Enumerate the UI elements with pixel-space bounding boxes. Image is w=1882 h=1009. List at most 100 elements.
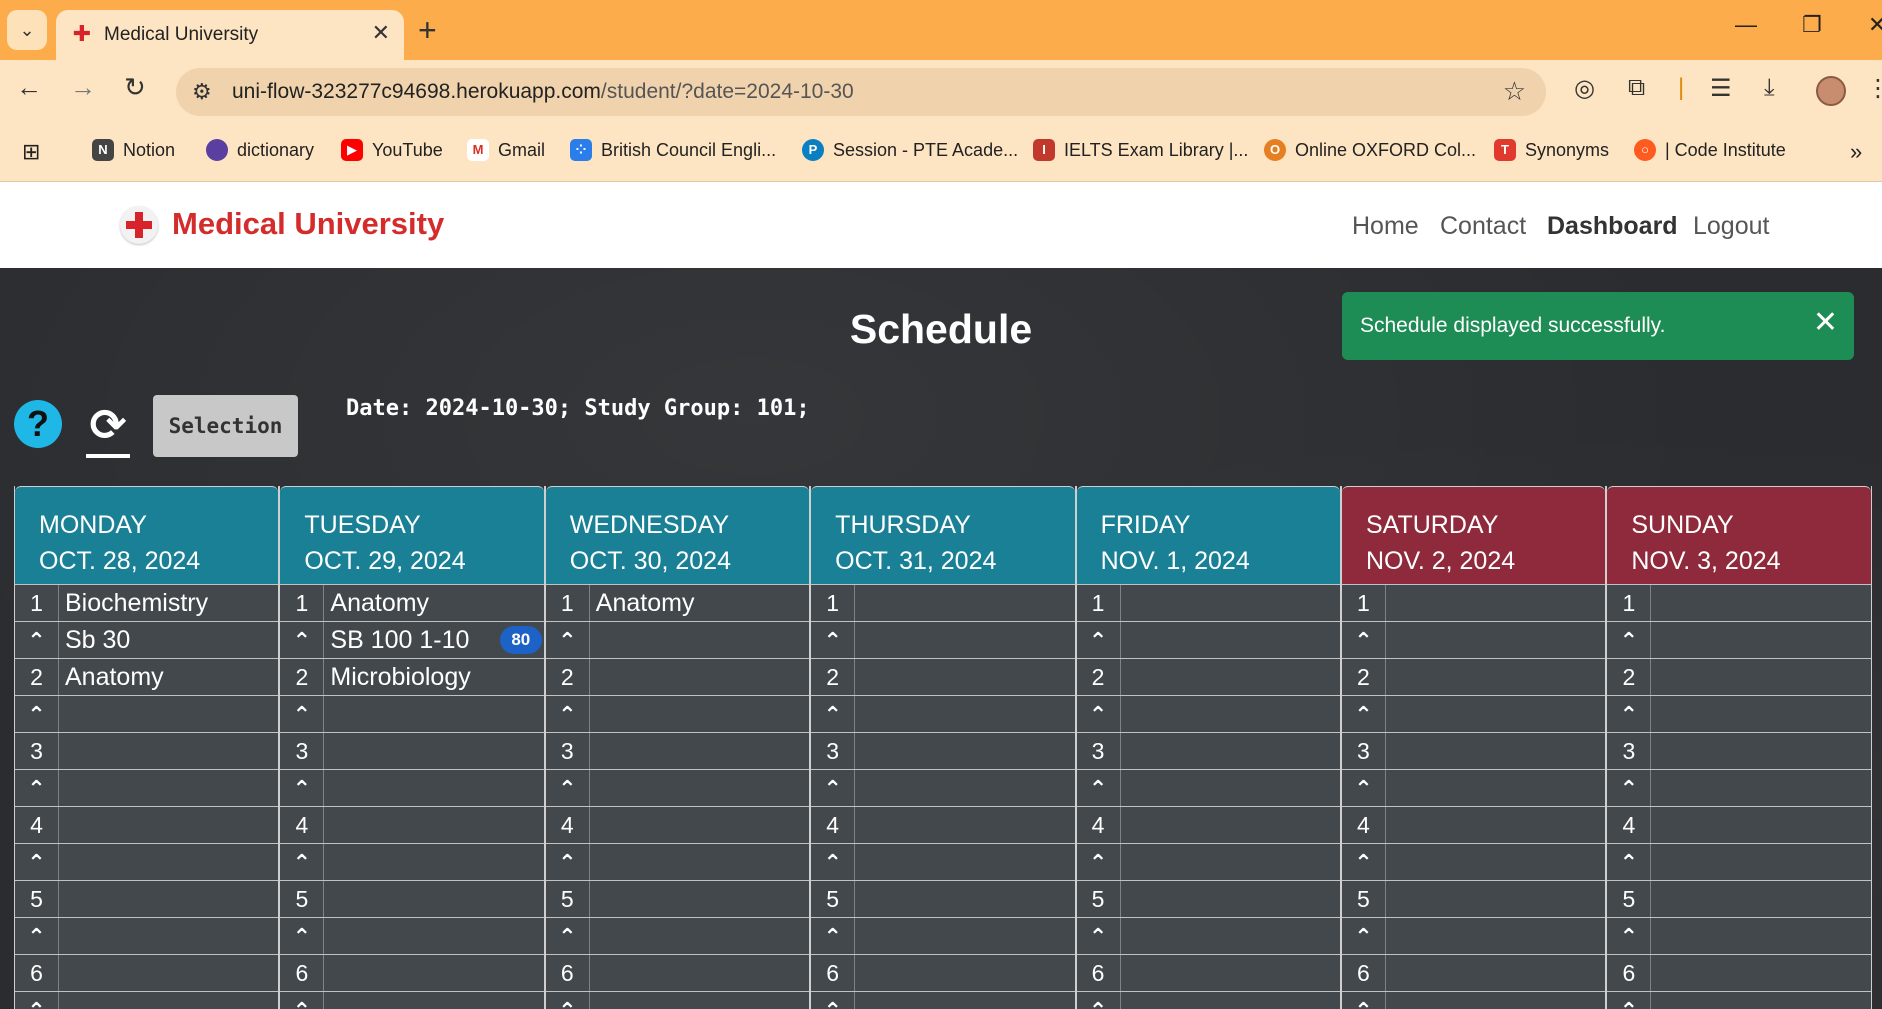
lesson-row[interactable]: 1 Anatomy	[280, 584, 544, 621]
lesson-row[interactable]: 1	[811, 584, 1075, 621]
lesson-row[interactable]: 1	[1341, 584, 1606, 621]
lesson-row[interactable]: 3	[1076, 732, 1340, 769]
selection-button[interactable]: Selection	[153, 395, 298, 457]
chevron-up-icon[interactable]: ⌃	[280, 696, 325, 732]
chevron-up-icon[interactable]: ⌃	[1077, 844, 1121, 880]
minimize-icon[interactable]: —	[1735, 12, 1757, 38]
bookmark-synonyms[interactable]: T Synonyms	[1494, 139, 1609, 161]
lesson-row[interactable]: 5	[1607, 880, 1871, 917]
chevron-up-icon[interactable]: ⌃	[811, 696, 856, 732]
chevron-up-icon[interactable]: ⌃	[1342, 918, 1386, 954]
lesson-row[interactable]: 1 Anatomy	[545, 584, 810, 621]
lesson-row[interactable]: 2	[545, 658, 810, 695]
chevron-up-icon[interactable]: ⌃	[546, 992, 590, 1009]
chevron-up-icon[interactable]: ⌃	[811, 992, 856, 1009]
window-close-icon[interactable]: ✕	[1868, 12, 1882, 38]
reload-icon[interactable]: ↻	[124, 72, 146, 103]
chevron-up-icon[interactable]: ⌃	[15, 696, 59, 732]
site-settings-icon[interactable]: ⚙	[192, 79, 212, 105]
lesson-row[interactable]: 4	[1341, 806, 1606, 843]
question-circle-icon[interactable]: ?	[14, 400, 62, 448]
chevron-up-icon[interactable]: ⌃	[280, 992, 325, 1009]
lesson-row[interactable]: 3	[1341, 732, 1606, 769]
lesson-row[interactable]: 4	[280, 806, 544, 843]
chevron-up-icon[interactable]: ⌃	[546, 918, 590, 954]
lesson-row[interactable]: 2	[811, 658, 1075, 695]
lesson-row[interactable]: 6	[280, 954, 544, 991]
chevron-up-icon[interactable]: ⌃	[546, 622, 590, 658]
bookmark-oxford[interactable]: O Online OXFORD Col...	[1264, 139, 1476, 161]
lesson-row[interactable]: 2	[1076, 658, 1340, 695]
browser-tab[interactable]: ✚ Medical University ✕	[56, 10, 404, 60]
bookmark-notion[interactable]: N Notion	[92, 139, 175, 161]
lesson-row[interactable]: 1	[1076, 584, 1340, 621]
lesson-row[interactable]: 6	[1341, 954, 1606, 991]
chevron-up-icon[interactable]: ⌃	[1077, 992, 1121, 1009]
lesson-row[interactable]: 4	[811, 806, 1075, 843]
chevron-up-icon[interactable]: ⌃	[1077, 696, 1121, 732]
lesson-row[interactable]: 5	[1341, 880, 1606, 917]
lesson-row[interactable]: 4	[1076, 806, 1340, 843]
bookmark-british-council[interactable]: ⁘ British Council Engli...	[570, 139, 776, 161]
lesson-row[interactable]: 5	[1076, 880, 1340, 917]
lesson-row[interactable]: 6	[15, 954, 279, 991]
lesson-row[interactable]: 1 Biochemistry	[15, 584, 279, 621]
chevron-up-icon[interactable]: ⌃	[280, 844, 325, 880]
chevron-up-icon[interactable]: ⌃	[811, 844, 856, 880]
more-bookmarks-icon[interactable]: »	[1850, 139, 1862, 165]
lesson-row[interactable]: 3	[545, 732, 810, 769]
chevron-up-icon[interactable]: ⌃	[1342, 622, 1386, 658]
chevron-up-icon[interactable]: ⌃	[1607, 696, 1652, 732]
tab-search-button[interactable]: ⌄	[7, 10, 47, 50]
chevron-up-icon[interactable]: ⌃	[280, 918, 325, 954]
lesson-row[interactable]: 5	[280, 880, 544, 917]
lesson-row[interactable]: 2	[1607, 658, 1871, 695]
lesson-row[interactable]: 3	[15, 732, 279, 769]
refresh-icon[interactable]: ⟳	[84, 402, 132, 458]
profile-avatar[interactable]	[1816, 76, 1846, 106]
address-bar[interactable]: ⚙ uni-flow-323277c94698.herokuapp.com/st…	[176, 68, 1546, 116]
chevron-up-icon[interactable]: ⌃	[1607, 770, 1652, 806]
chevron-up-icon[interactable]: ⌃	[1077, 770, 1121, 806]
chevron-up-icon[interactable]: ⌃	[280, 770, 325, 806]
chevron-up-icon[interactable]: ⌃	[280, 622, 325, 658]
chevron-up-icon[interactable]: ⌃	[811, 622, 856, 658]
media-playlist-icon[interactable]: ☰	[1710, 74, 1732, 103]
lesson-row[interactable]: 5	[545, 880, 810, 917]
nav-dashboard-link[interactable]: Dashboard	[1547, 212, 1678, 241]
chevron-up-icon[interactable]: ⌃	[1077, 622, 1121, 658]
lesson-row[interactable]: 3	[1607, 732, 1871, 769]
bookmark-youtube[interactable]: ▶ YouTube	[341, 139, 443, 161]
chevron-up-icon[interactable]: ⌃	[1342, 696, 1386, 732]
lesson-row[interactable]: 2 Microbiology	[280, 658, 544, 695]
forward-arrow-icon[interactable]: →	[70, 72, 96, 103]
chevron-up-icon[interactable]: ⌃	[546, 844, 590, 880]
chevron-up-icon[interactable]: ⌃	[15, 918, 59, 954]
lesson-row[interactable]: 2	[1341, 658, 1606, 695]
nav-home-link[interactable]: Home	[1352, 212, 1419, 241]
chevron-up-icon[interactable]: ⌃	[546, 770, 590, 806]
chevron-up-icon[interactable]: ⌃	[15, 992, 59, 1009]
bookmark-dictionary[interactable]: dictionary	[206, 139, 314, 161]
new-tab-button[interactable]: +	[418, 10, 437, 50]
bookmark-gmail[interactable]: M Gmail	[467, 139, 545, 161]
red-cross-logo-icon[interactable]	[120, 206, 158, 244]
chevron-up-icon[interactable]: ⌃	[1607, 844, 1652, 880]
chevron-up-icon[interactable]: ⌃	[1607, 622, 1652, 658]
close-tab-icon[interactable]: ✕	[372, 20, 390, 46]
chevron-up-icon[interactable]: ⌃	[546, 696, 590, 732]
lesson-row[interactable]: 1	[1607, 584, 1871, 621]
browser-menu-icon[interactable]: ⋮	[1866, 74, 1882, 103]
chevron-up-icon[interactable]: ⌃	[1077, 918, 1121, 954]
chevron-up-icon[interactable]: ⌃	[1342, 770, 1386, 806]
grammarly-extension-icon[interactable]: ◎	[1574, 74, 1595, 103]
lesson-row[interactable]: 4	[1607, 806, 1871, 843]
chevron-up-icon[interactable]: ⌃	[811, 918, 856, 954]
apps-grid-icon[interactable]: ⊞	[22, 139, 40, 165]
extensions-puzzle-icon[interactable]: ⧉	[1628, 74, 1645, 102]
lesson-row[interactable]: 6	[1076, 954, 1340, 991]
chevron-up-icon[interactable]: ⌃	[1342, 992, 1386, 1009]
back-arrow-icon[interactable]: ←	[16, 72, 42, 103]
chevron-up-icon[interactable]: ⌃	[811, 770, 856, 806]
lesson-row[interactable]: 5	[15, 880, 279, 917]
